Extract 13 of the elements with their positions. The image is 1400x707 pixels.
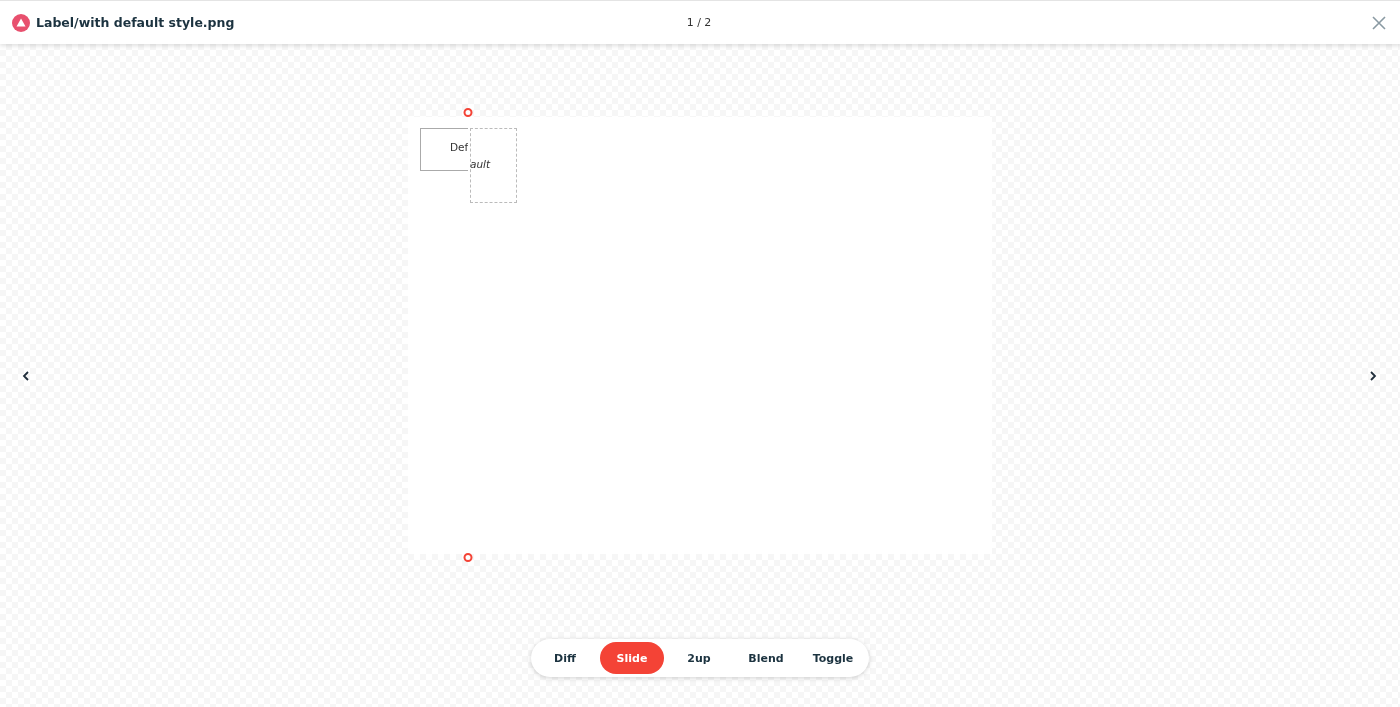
slider-handle[interactable]: [463, 553, 473, 562]
mode-tab[interactable]: Diff: [533, 642, 597, 674]
close-icon[interactable]: [1372, 15, 1386, 30]
warning-icon: [12, 13, 30, 32]
after-label: ault: [470, 158, 491, 170]
mode-tab[interactable]: Slide: [600, 642, 664, 674]
mode-tab[interactable]: 2up: [667, 642, 731, 674]
file-title: Label/with default style.png: [36, 15, 235, 30]
mode-tab[interactable]: Blend: [734, 642, 798, 674]
page-counter: 1 / 2: [686, 16, 712, 29]
before-label: Def: [450, 141, 469, 153]
mode-tab[interactable]: Toggle: [801, 642, 865, 674]
slider-handle[interactable]: [463, 108, 473, 117]
